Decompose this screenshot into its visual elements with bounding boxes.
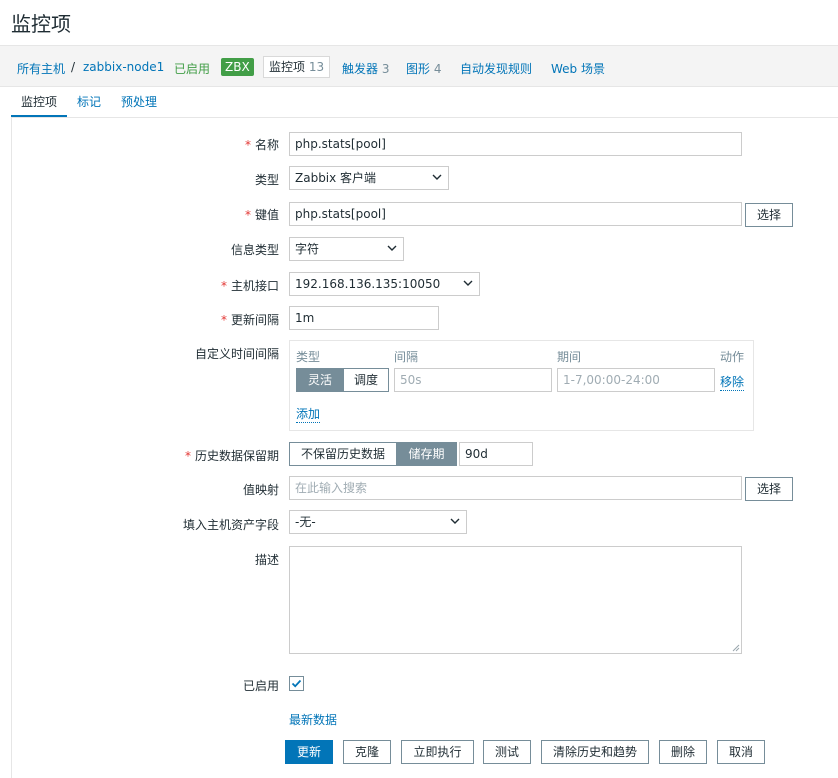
description-label: 描述 xyxy=(254,553,279,567)
key-select-button[interactable]: 选择 xyxy=(745,203,793,227)
required-marker: * xyxy=(244,138,251,152)
valuemap-select-button[interactable]: 选择 xyxy=(745,477,793,501)
breadcrumb-triggers-label: 触发器 xyxy=(342,62,379,76)
interface-label-text: 主机接口 xyxy=(230,279,279,293)
update-button[interactable]: 更新 xyxy=(285,740,333,764)
required-marker: * xyxy=(220,313,227,327)
info-type-select[interactable]: 字符 xyxy=(289,237,404,261)
interface-select-value: 192.168.136.135:10050 xyxy=(295,277,441,291)
key-label: * 键值 xyxy=(245,206,279,223)
update-interval-label: * 更新间隔 xyxy=(221,311,279,328)
type-select-value: Zabbix 客户端 xyxy=(295,171,377,185)
type-label: 类型 xyxy=(254,173,279,187)
interface-label: * 主机接口 xyxy=(221,277,279,294)
breadcrumb-items-label: 监控项 xyxy=(269,60,306,74)
interval-add-link[interactable]: 添加 xyxy=(296,405,321,423)
col-interval-header: 间隔 xyxy=(394,350,419,364)
valuemap-search-input[interactable] xyxy=(289,476,742,500)
info-type-select-value: 字符 xyxy=(295,242,320,256)
breadcrumb: 所有主机 / zabbix-node1 已启用 ZBX 监控项 13 触发器 3… xyxy=(0,45,838,87)
type-select[interactable]: Zabbix 客户端 xyxy=(289,166,449,190)
required-marker: * xyxy=(220,279,227,293)
inventory-select-value: -无- xyxy=(295,515,316,529)
history-period-input[interactable] xyxy=(459,442,533,466)
clone-button[interactable]: 克隆 xyxy=(343,740,391,764)
col-action-header: 动作 xyxy=(720,350,745,364)
interface-select[interactable]: 192.168.136.135:10050 xyxy=(289,272,480,296)
clear-history-button[interactable]: 清除历史和趋势 xyxy=(541,740,649,764)
tab-tags[interactable]: 标记 xyxy=(77,93,101,110)
key-input[interactable] xyxy=(289,202,742,226)
breadcrumb-triggers[interactable]: 触发器 3 xyxy=(342,60,389,77)
update-interval-input[interactable] xyxy=(289,306,439,330)
breadcrumb-host[interactable]: zabbix-node1 xyxy=(83,60,164,74)
breadcrumb-all-hosts[interactable]: 所有主机 xyxy=(17,60,65,77)
checkmark-icon xyxy=(291,679,302,688)
update-interval-label-text: 更新间隔 xyxy=(230,313,279,327)
breadcrumb-separator: / xyxy=(71,60,76,74)
name-label-text: 名称 xyxy=(254,138,279,152)
page-title: 监控项 xyxy=(11,12,71,36)
period-input[interactable] xyxy=(557,368,715,392)
resize-grip-icon[interactable] xyxy=(732,644,740,652)
chevron-down-icon xyxy=(387,245,397,251)
interval-remove-link[interactable]: 移除 xyxy=(720,373,745,391)
enabled-label: 已启用 xyxy=(242,679,279,693)
breadcrumb-graphs-label: 图形 xyxy=(406,62,431,76)
breadcrumb-triggers-count: 3 xyxy=(381,62,390,76)
host-status-enabled[interactable]: 已启用 xyxy=(174,60,210,77)
chevron-down-icon xyxy=(432,174,442,180)
breadcrumb-graphs[interactable]: 图形 4 xyxy=(406,60,441,77)
breadcrumb-discovery-rules[interactable]: 自动发现规则 xyxy=(460,60,532,77)
enabled-checkbox[interactable] xyxy=(289,676,304,691)
latest-data-link[interactable]: 最新数据 xyxy=(289,711,337,728)
breadcrumb-web-scenarios[interactable]: Web 场景 xyxy=(551,60,605,77)
col-type-header: 类型 xyxy=(296,350,321,364)
required-marker: * xyxy=(184,449,191,463)
name-input[interactable] xyxy=(289,132,742,156)
history-label-text: 历史数据保留期 xyxy=(194,449,279,463)
inventory-label: 填入主机资产字段 xyxy=(182,518,279,532)
description-textarea[interactable] xyxy=(289,546,742,654)
name-label: * 名称 xyxy=(245,136,279,153)
breadcrumb-items[interactable]: 监控项 13 xyxy=(263,56,331,78)
breadcrumb-items-count: 13 xyxy=(308,60,325,74)
cancel-button[interactable]: 取消 xyxy=(717,740,765,764)
custom-intervals-table: 类型 间隔 期间 动作 灵活 调度 移除 添加 xyxy=(289,340,754,431)
chevron-down-icon xyxy=(463,280,473,286)
tab-preprocessing[interactable]: 预处理 xyxy=(121,93,157,110)
interval-flexible-toggle[interactable]: 灵活 xyxy=(296,368,344,392)
history-do-not-keep-toggle[interactable]: 不保留历史数据 xyxy=(289,442,397,466)
breadcrumb-graphs-count: 4 xyxy=(433,62,442,76)
history-storage-period-toggle[interactable]: 储存期 xyxy=(396,442,457,466)
col-period-header: 期间 xyxy=(557,350,582,364)
required-marker: * xyxy=(244,208,251,222)
custom-intervals-label: 自定义时间间隔 xyxy=(194,347,279,361)
inventory-select[interactable]: -无- xyxy=(289,510,467,534)
execute-now-button[interactable]: 立即执行 xyxy=(401,740,474,764)
interval-input[interactable] xyxy=(394,368,552,392)
info-type-label: 信息类型 xyxy=(230,243,279,257)
zbx-availability-badge: ZBX xyxy=(221,58,254,76)
interval-scheduling-toggle[interactable]: 调度 xyxy=(343,368,389,392)
test-button[interactable]: 测试 xyxy=(483,740,531,764)
key-label-text: 键值 xyxy=(254,208,279,222)
valuemap-label: 值映射 xyxy=(242,483,279,497)
delete-button[interactable]: 删除 xyxy=(659,740,707,764)
history-label: * 历史数据保留期 xyxy=(185,447,279,464)
chevron-down-icon xyxy=(450,518,460,524)
tab-item[interactable]: 监控项 xyxy=(21,93,57,110)
